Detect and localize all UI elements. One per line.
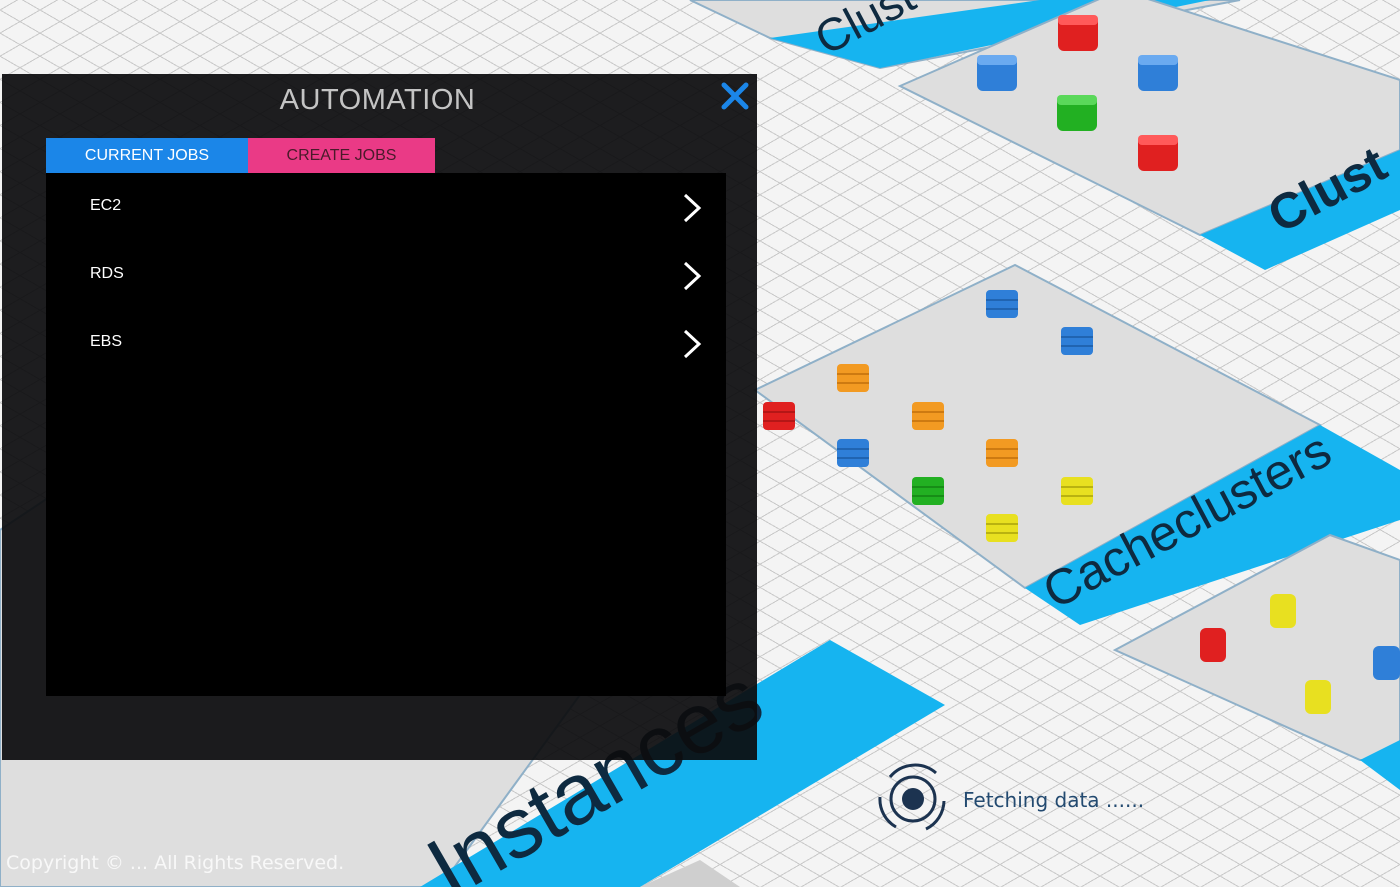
cache-node[interactable] (912, 402, 944, 430)
resource-node[interactable] (1373, 646, 1400, 680)
cluster-node[interactable] (977, 55, 1017, 91)
job-label: EC2 (90, 197, 122, 214)
cache-node[interactable] (986, 290, 1018, 318)
job-row-ebs[interactable]: EBS (46, 315, 726, 371)
job-row-ec2[interactable]: EC2 (46, 179, 726, 235)
cluster-node[interactable] (1138, 135, 1178, 171)
cluster-node[interactable] (1058, 15, 1098, 51)
cache-node[interactable] (1061, 327, 1093, 355)
resource-node[interactable] (1305, 680, 1331, 714)
automation-title: AUTOMATION (279, 84, 476, 116)
copyright-text: Copyright © ... All Rights Reserved. (6, 852, 345, 874)
chevron-right-icon (683, 193, 702, 223)
resource-node[interactable] (1200, 628, 1226, 662)
loading-text: Fetching data ...... (963, 788, 1145, 812)
cache-node[interactable] (1061, 477, 1093, 505)
job-label: RDS (90, 265, 124, 282)
tab-create-jobs[interactable]: CREATE JOBS (248, 138, 435, 173)
cache-node[interactable] (912, 477, 944, 505)
cache-node[interactable] (837, 364, 869, 392)
tab-current-jobs[interactable]: CURRENT JOBS (46, 138, 248, 173)
job-row-rds[interactable]: RDS (46, 247, 726, 303)
cluster-node[interactable] (1138, 55, 1178, 91)
chevron-right-icon (683, 261, 702, 291)
cache-node[interactable] (763, 402, 795, 430)
jobs-list: EC2 RDS EBS (46, 173, 726, 696)
cluster-node[interactable] (1057, 95, 1097, 131)
close-icon (721, 82, 749, 110)
job-label: EBS (90, 333, 123, 350)
chevron-right-icon (683, 329, 702, 359)
resource-node[interactable] (1270, 594, 1296, 628)
cache-node[interactable] (986, 439, 1018, 467)
close-button[interactable] (720, 81, 750, 111)
loading-spinner-icon (878, 763, 946, 831)
cache-node[interactable] (986, 514, 1018, 542)
cache-node[interactable] (837, 439, 869, 467)
